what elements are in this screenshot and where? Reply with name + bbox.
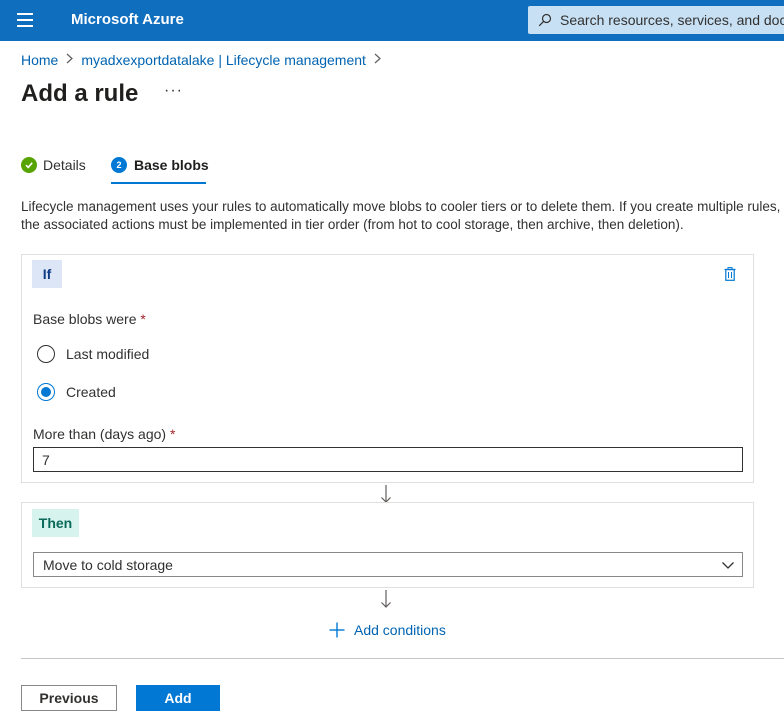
step-number-badge: 2 [111,157,127,173]
add-conditions-label: Add conditions [354,622,446,638]
add-conditions-button[interactable]: Add conditions [329,622,446,638]
required-asterisk: * [169,426,176,442]
if-badge: If [32,260,62,288]
action-dropdown[interactable]: Move to cold storage [33,552,743,577]
active-tab-indicator [111,182,206,184]
chevron-down-icon [722,562,734,569]
breadcrumb-lifecycle-management[interactable]: myadxexportdatalake | Lifecycle manageme… [81,52,366,68]
page-title: Add a rule [21,80,139,107]
global-search-box[interactable]: Search resources, services, and docs ( [528,6,784,34]
radio-last-modified-label: Last modified [66,346,150,362]
more-options-icon[interactable]: ··· [164,82,183,100]
chevron-right-icon [66,53,74,67]
radio-button-checked[interactable] [37,383,55,401]
radio-created[interactable]: Created [37,383,116,401]
search-icon [538,13,552,27]
action-dropdown-value: Move to cold storage [43,556,173,573]
tab-base-blobs-label: Base blobs [134,157,209,173]
breadcrumb-home[interactable]: Home [21,52,58,68]
tab-base-blobs[interactable]: 2 Base blobs [111,157,209,173]
tab-details-label: Details [43,157,86,173]
breadcrumb: Home myadxexportdatalake | Lifecycle man… [21,52,389,68]
then-badge: Then [32,509,79,537]
brand-title[interactable]: Microsoft Azure [71,11,184,28]
delete-trash-icon[interactable] [724,267,736,284]
days-ago-input[interactable] [33,447,743,472]
plus-icon [329,622,345,638]
radio-created-label: Created [66,384,116,400]
hamburger-menu-icon[interactable] [17,13,33,27]
base-blobs-were-label: Base blobs were * [33,311,146,327]
arrow-down-icon [381,485,391,503]
arrow-down-icon [381,590,391,608]
then-action-card: Then Move to cold storage [21,502,754,588]
chevron-right-icon [374,53,381,67]
radio-button-unchecked[interactable] [37,345,55,363]
footer-divider [21,658,784,659]
lifecycle-description: Lifecycle management uses your rules to … [21,199,781,232]
days-ago-label: More than (days ago) * [33,426,176,442]
add-button[interactable]: Add [136,685,220,711]
if-condition-card: If Base blobs were * Last modified Creat… [21,254,754,483]
previous-button[interactable]: Previous [21,685,117,711]
required-asterisk: * [140,311,146,327]
top-nav-bar: Microsoft Azure Search resources, servic… [0,0,784,41]
tab-details[interactable]: Details [21,157,86,173]
radio-last-modified[interactable]: Last modified [37,345,149,363]
checkmark-icon [21,157,37,173]
search-placeholder: Search resources, services, and docs ( [560,12,784,28]
